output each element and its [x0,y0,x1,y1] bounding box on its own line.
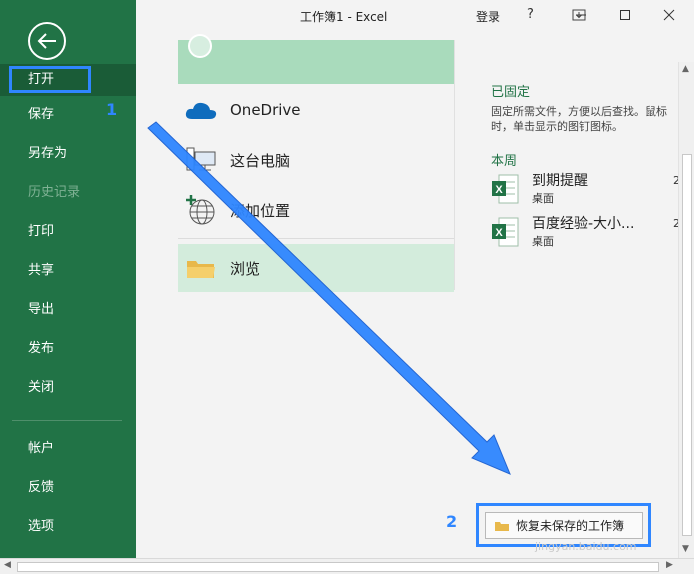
annotation-arrow [147,121,511,475]
arrow-shape [147,121,511,475]
